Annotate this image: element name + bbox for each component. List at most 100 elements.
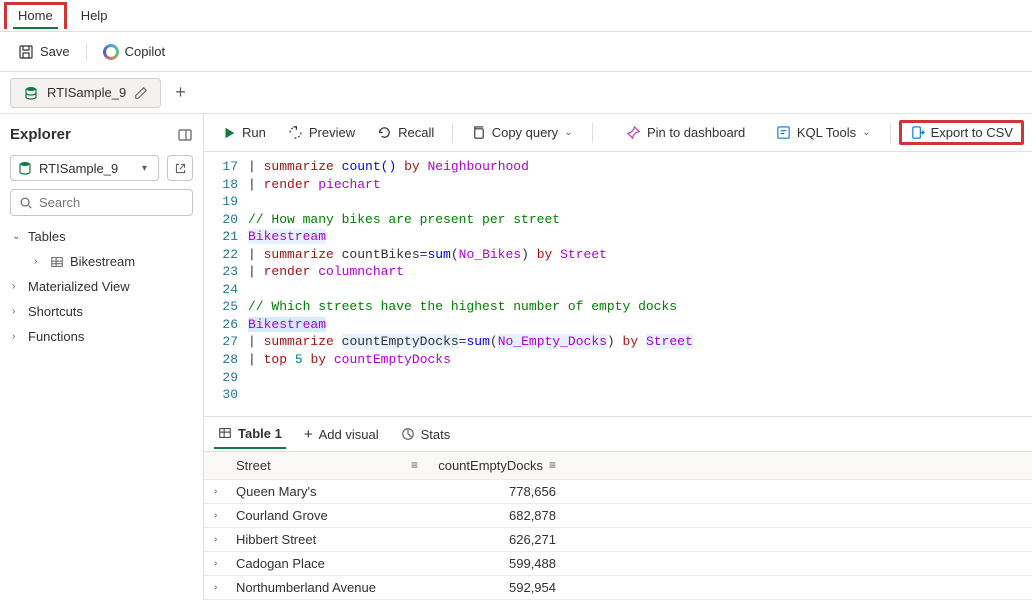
cell-count: 626,271 <box>509 532 556 547</box>
copy-query-button[interactable]: Copy query ⌄ <box>461 121 584 144</box>
stats-icon <box>401 427 415 441</box>
chevron-right-icon: › <box>34 256 44 267</box>
results-tab-table1[interactable]: Table 1 <box>214 420 286 449</box>
table-row[interactable]: › Queen Mary's 778,656 <box>204 480 1032 504</box>
table-icon <box>50 255 64 269</box>
save-icon <box>18 44 34 60</box>
run-button[interactable]: Run <box>212 121 276 144</box>
cell-street: Northumberland Avenue <box>236 580 376 595</box>
new-tab-button[interactable]: + <box>167 78 194 107</box>
collapse-panel-icon[interactable] <box>177 127 193 143</box>
tab-label: Add visual <box>319 427 379 442</box>
recall-icon <box>377 125 392 140</box>
search-icon <box>19 196 33 210</box>
play-icon <box>222 126 236 140</box>
chevron-right-icon[interactable]: › <box>214 558 217 569</box>
export-csv-button[interactable]: Export to CSV <box>899 120 1024 145</box>
file-tab-bar: RTISample_9 + <box>0 72 1032 114</box>
tree-bikestream[interactable]: › Bikestream <box>10 249 193 274</box>
kql-tools-label: KQL Tools <box>797 125 856 140</box>
database-icon <box>17 160 33 176</box>
popout-icon <box>174 162 187 175</box>
cell-count: 778,656 <box>509 484 556 499</box>
copilot-button[interactable]: Copilot <box>95 40 173 64</box>
tab-label: Stats <box>421 427 451 442</box>
recall-label: Recall <box>398 125 434 140</box>
copilot-icon <box>103 44 119 60</box>
save-label: Save <box>40 44 70 59</box>
column-menu-icon[interactable]: ≡ <box>411 458 418 473</box>
line-gutter: 1718192021222324252627282930 <box>204 152 248 416</box>
cell-count: 592,954 <box>509 580 556 595</box>
menu-help[interactable]: Help <box>67 2 122 29</box>
col-street-label[interactable]: Street <box>236 458 271 473</box>
recall-button[interactable]: Recall <box>367 121 444 144</box>
search-box[interactable] <box>10 189 193 216</box>
table-row[interactable]: › Courland Grove 682,878 <box>204 504 1032 528</box>
tree-shortcuts[interactable]: › Shortcuts <box>10 299 193 324</box>
tools-icon <box>776 125 791 140</box>
results-tab-stats[interactable]: Stats <box>397 421 455 448</box>
database-icon <box>23 85 39 101</box>
tree-label: Materialized View <box>28 279 130 294</box>
chevron-right-icon[interactable]: › <box>214 486 217 497</box>
database-name: RTISample_9 <box>39 161 118 176</box>
menu-home[interactable]: Home <box>4 2 67 29</box>
tree-label: Tables <box>28 229 66 244</box>
query-toolbar: Run Preview Recall Copy query ⌄ Pin to d… <box>204 114 1032 152</box>
cell-street: Hibbert Street <box>236 532 316 547</box>
cell-count: 682,878 <box>509 508 556 523</box>
cell-street: Queen Mary's <box>236 484 317 499</box>
ribbon: Save Copilot <box>0 32 1032 72</box>
table-icon <box>218 426 232 440</box>
results-tab-add-visual[interactable]: + Add visual <box>300 420 383 449</box>
chevron-right-icon: › <box>12 281 22 292</box>
tree-materialized-view[interactable]: › Materialized View <box>10 274 193 299</box>
pin-icon <box>626 125 641 140</box>
open-external-button[interactable] <box>167 155 193 181</box>
edit-icon[interactable] <box>134 86 148 100</box>
results-header-row: Street ≡ countEmptyDocks ≡ <box>204 452 1032 480</box>
table-row[interactable]: ›Cadogan Place599,488 <box>204 552 1032 576</box>
results-tabbar: Table 1 + Add visual Stats <box>204 416 1032 452</box>
search-input[interactable] <box>39 195 215 210</box>
save-button[interactable]: Save <box>10 40 78 64</box>
results-table: Street ≡ countEmptyDocks ≡ › Queen Mary's… <box>204 452 1032 600</box>
code-area[interactable]: | summarize count() by Neighbourhood| re… <box>248 152 693 416</box>
kql-tools-button[interactable]: KQL Tools ⌄ <box>766 121 882 144</box>
explorer-title: Explorer <box>10 126 71 143</box>
pin-label: Pin to dashboard <box>647 125 745 140</box>
plus-icon: + <box>304 426 313 443</box>
chevron-down-icon: ⌄ <box>862 127 872 138</box>
file-tab[interactable]: RTISample_9 <box>10 78 161 108</box>
tree-tables[interactable]: ⌄ Tables <box>10 224 193 249</box>
preview-label: Preview <box>309 125 355 140</box>
preview-button[interactable]: Preview <box>278 121 365 144</box>
export-label: Export to CSV <box>931 125 1013 140</box>
table-row[interactable]: › Hibbert Street 626,271 <box>204 528 1032 552</box>
chevron-right-icon[interactable]: › <box>214 534 217 545</box>
cell-street: Cadogan Place <box>236 556 325 571</box>
chevron-down-icon: ▾ <box>142 163 152 174</box>
cell-street: Courland Grove <box>236 508 328 523</box>
chevron-right-icon[interactable]: › <box>214 510 217 521</box>
col-count-label[interactable]: countEmptyDocks <box>438 458 543 473</box>
tree-label: Shortcuts <box>28 304 83 319</box>
run-label: Run <box>242 125 266 140</box>
chevron-right-icon[interactable]: › <box>214 582 217 593</box>
table-row[interactable]: › Northumberland Avenue 592,954 <box>204 576 1032 600</box>
copy-query-label: Copy query <box>492 125 558 140</box>
chevron-down-icon: ⌄ <box>12 231 22 242</box>
code-editor[interactable]: 1718192021222324252627282930 | summarize… <box>204 152 1032 416</box>
copilot-label: Copilot <box>125 44 165 59</box>
database-selector[interactable]: RTISample_9 ▾ <box>10 155 159 181</box>
explorer-panel: Explorer RTISample_9 ▾ ⌄ Tables <box>0 114 204 600</box>
pin-dashboard-button[interactable]: Pin to dashboard <box>616 121 755 144</box>
copy-icon <box>471 125 486 140</box>
divider <box>86 42 87 62</box>
tree-functions[interactable]: › Functions <box>10 324 193 349</box>
column-menu-icon[interactable]: ≡ <box>549 458 556 473</box>
chevron-down-icon: ⌄ <box>564 127 574 138</box>
preview-icon <box>288 125 303 140</box>
tree-label: Bikestream <box>70 254 135 269</box>
